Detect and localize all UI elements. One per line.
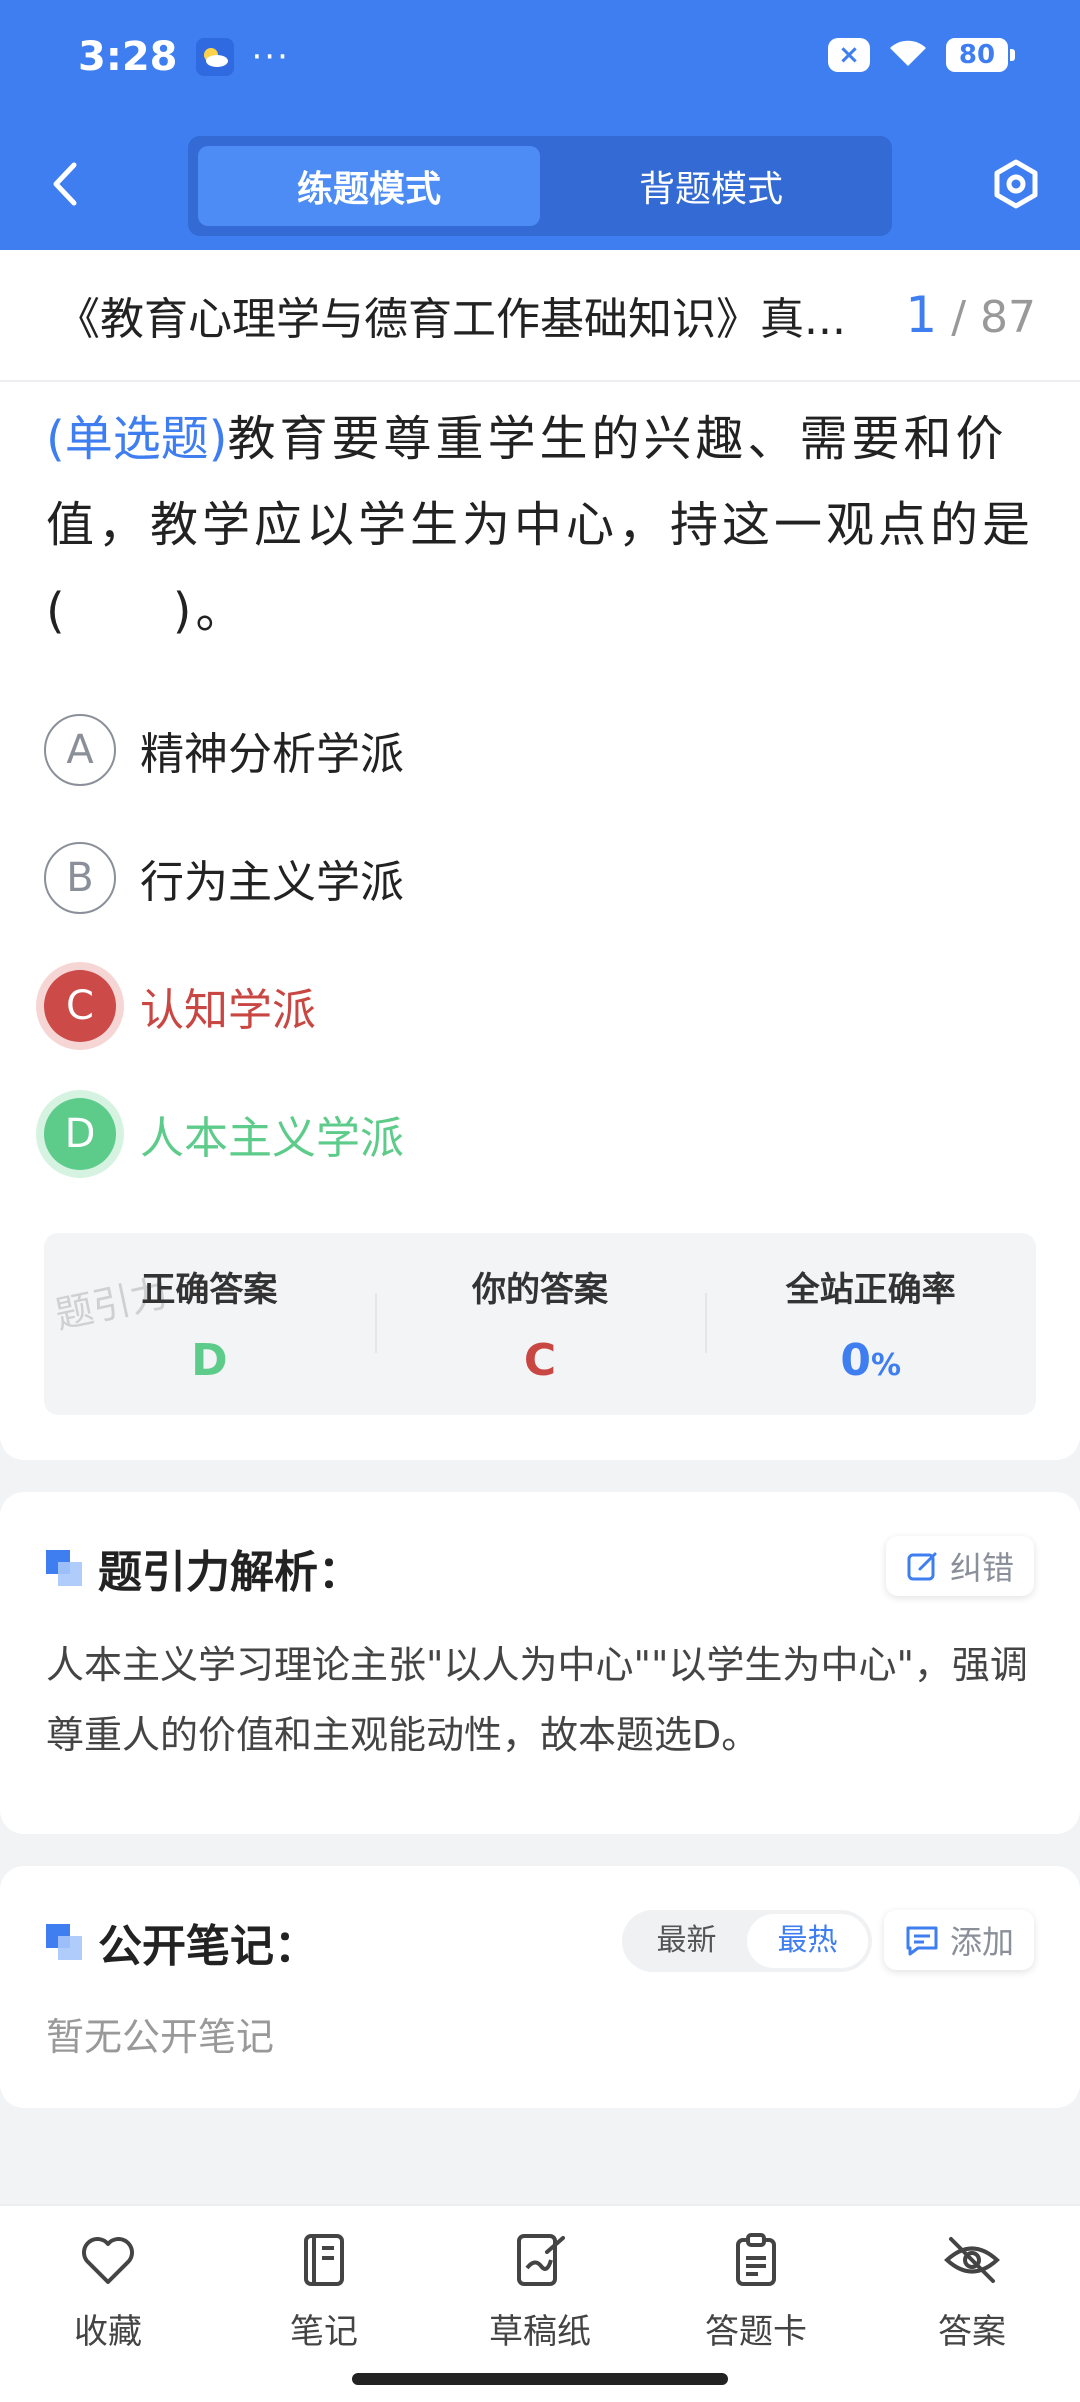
correct-answer-label: 正确答案 bbox=[141, 1270, 278, 1310]
analysis-header: 题引力解析： bbox=[46, 1536, 362, 1600]
scratch-pad-icon bbox=[510, 2230, 570, 2290]
answer-summary: 题引力 正确答案 D 你的答案 C 全站正确率 0% bbox=[44, 1233, 1036, 1415]
home-indicator[interactable] bbox=[352, 2373, 728, 2385]
status-indicators: × 80 bbox=[828, 36, 1015, 74]
option-text: 精神分析学派 bbox=[140, 729, 404, 780]
option-a[interactable]: A 精神分析学派 bbox=[44, 712, 404, 788]
add-note-label: 添加 bbox=[949, 1923, 1014, 1961]
current-question-number: 1 bbox=[905, 286, 938, 344]
notebook-icon bbox=[294, 2230, 354, 2290]
more-notifications-icon: ··· bbox=[251, 37, 290, 77]
your-answer-label: 你的答案 bbox=[472, 1270, 608, 1310]
option-letter: B bbox=[44, 842, 116, 914]
tab-practice-mode[interactable]: 练题模式 bbox=[198, 146, 540, 226]
weather-app-icon bbox=[195, 38, 234, 76]
analysis-card: 题引力解析： 纠错 人本主义学习理论主张"以人为中心""以学生为中心"，强调尊重… bbox=[0, 1492, 1080, 1834]
sort-latest[interactable]: 最新 bbox=[626, 1914, 747, 1968]
mode-switch: 练题模式 背题模式 bbox=[188, 136, 892, 236]
comment-icon bbox=[906, 1926, 938, 1956]
accuracy-rate-unit: % bbox=[870, 1348, 902, 1383]
analysis-text: 人本主义学习理论主张"以人为中心""以学生为中心"，强调尊重人的价值和主观能动性… bbox=[46, 1643, 1028, 1757]
edit-icon bbox=[907, 1552, 937, 1581]
clipboard-icon bbox=[726, 2230, 786, 2290]
wifi-icon bbox=[886, 36, 930, 74]
answer-label: 答案 bbox=[938, 2312, 1006, 2352]
accuracy-rate-value: 0% bbox=[840, 1335, 901, 1386]
correct-answer-value: D bbox=[191, 1335, 228, 1386]
section-square-icon bbox=[46, 1550, 82, 1586]
heart-icon bbox=[78, 2230, 138, 2290]
accuracy-rate-label: 全站正确率 bbox=[785, 1270, 956, 1310]
analysis-title: 题引力解析： bbox=[98, 1547, 362, 1598]
top-header: 3:28 ··· × 80 练题模式 背题模式 bbox=[0, 0, 1080, 250]
correct-answer-block: 正确答案 D bbox=[44, 1233, 375, 1415]
scratch-paper-label: 草稿纸 bbox=[489, 2312, 591, 2352]
option-letter: A bbox=[44, 714, 116, 786]
favorite-button[interactable]: 收藏 bbox=[0, 2206, 216, 2402]
status-time: 3:28 bbox=[78, 34, 178, 80]
option-text: 行为主义学派 bbox=[140, 857, 404, 908]
accuracy-rate-block: 全站正确率 0% bbox=[705, 1233, 1036, 1415]
option-c[interactable]: C 认知学派 bbox=[44, 968, 316, 1044]
notes-header: 公开笔记： bbox=[46, 1910, 318, 1974]
total-questions: / 87 bbox=[951, 292, 1036, 343]
hexagon-gear-icon bbox=[994, 159, 1038, 209]
notes-label: 笔记 bbox=[290, 2312, 358, 2352]
notes-sort-toggle: 最新 最热 bbox=[622, 1910, 872, 1972]
option-letter: D bbox=[44, 1098, 116, 1170]
notes-title: 公开笔记： bbox=[98, 1921, 318, 1972]
option-text: 认知学派 bbox=[140, 985, 316, 1036]
no-sim-icon: × bbox=[828, 38, 870, 72]
settings-button[interactable] bbox=[988, 156, 1044, 212]
option-text: 人本主义学派 bbox=[140, 1113, 404, 1164]
section-square-icon bbox=[46, 1924, 82, 1960]
public-notes-card: 公开笔记： 最新 最热 添加 暂无公开笔记 bbox=[0, 1866, 1080, 2108]
add-note-button[interactable]: 添加 bbox=[883, 1910, 1034, 1970]
option-d[interactable]: D 人本主义学派 bbox=[44, 1096, 404, 1172]
your-answer-value: C bbox=[523, 1335, 557, 1386]
eye-off-icon bbox=[942, 2230, 1002, 2290]
answer-card-label: 答题卡 bbox=[705, 2312, 807, 2352]
exam-title: 《教育心理学与德育工作基础知识》真... bbox=[56, 294, 846, 345]
your-answer-block: 你的答案 C bbox=[374, 1233, 706, 1415]
favorite-label: 收藏 bbox=[74, 2312, 142, 2352]
question-card: 《教育心理学与德育工作基础知识》真... 1 / 87 (单选题)教育要尊重学生… bbox=[0, 250, 1080, 1460]
tab-memorize-mode[interactable]: 背题模式 bbox=[540, 146, 882, 226]
question-stem: (单选题)教育要尊重学生的兴趣、需要和价值，教学应以学生为中心，持这一观点的是(… bbox=[46, 396, 1036, 654]
sort-hottest[interactable]: 最热 bbox=[747, 1914, 868, 1968]
report-error-label: 纠错 bbox=[949, 1549, 1014, 1587]
question-type: (单选题) bbox=[46, 411, 228, 467]
report-error-button[interactable]: 纠错 bbox=[885, 1536, 1034, 1596]
battery-icon: 80 bbox=[946, 38, 1015, 72]
accuracy-rate-number: 0 bbox=[840, 1335, 871, 1386]
option-b[interactable]: B 行为主义学派 bbox=[44, 840, 404, 916]
show-answer-button[interactable]: 答案 bbox=[864, 2206, 1080, 2402]
back-button[interactable] bbox=[44, 156, 84, 212]
question-title-bar: 《教育心理学与德育工作基础知识》真... 1 / 87 bbox=[0, 250, 1080, 382]
option-letter: C bbox=[44, 970, 116, 1042]
question-counter: 1 / 87 bbox=[905, 286, 1036, 344]
empty-notes-text: 暂无公开笔记 bbox=[46, 2015, 275, 2059]
status-bar: 3:28 ··· bbox=[78, 34, 290, 80]
